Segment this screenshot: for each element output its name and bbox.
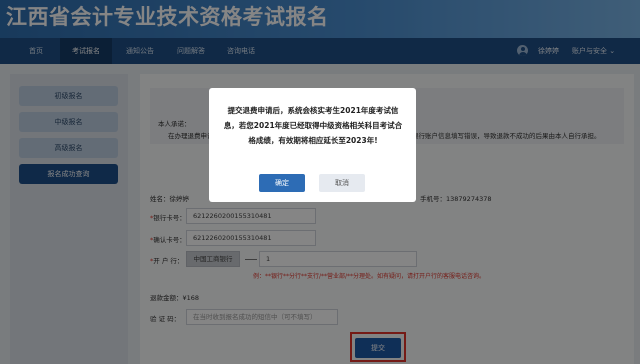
cancel-button[interactable]: 取消 [319,174,365,192]
confirm-button[interactable]: 确定 [259,174,305,192]
confirm-dialog: 提交退费申请后，系统会核实考生2021年度考试信息，若您2021年度已经取得中级… [209,88,416,202]
dialog-message: 提交退费申请后，系统会核实考生2021年度考试信息，若您2021年度已经取得中级… [223,106,403,145]
